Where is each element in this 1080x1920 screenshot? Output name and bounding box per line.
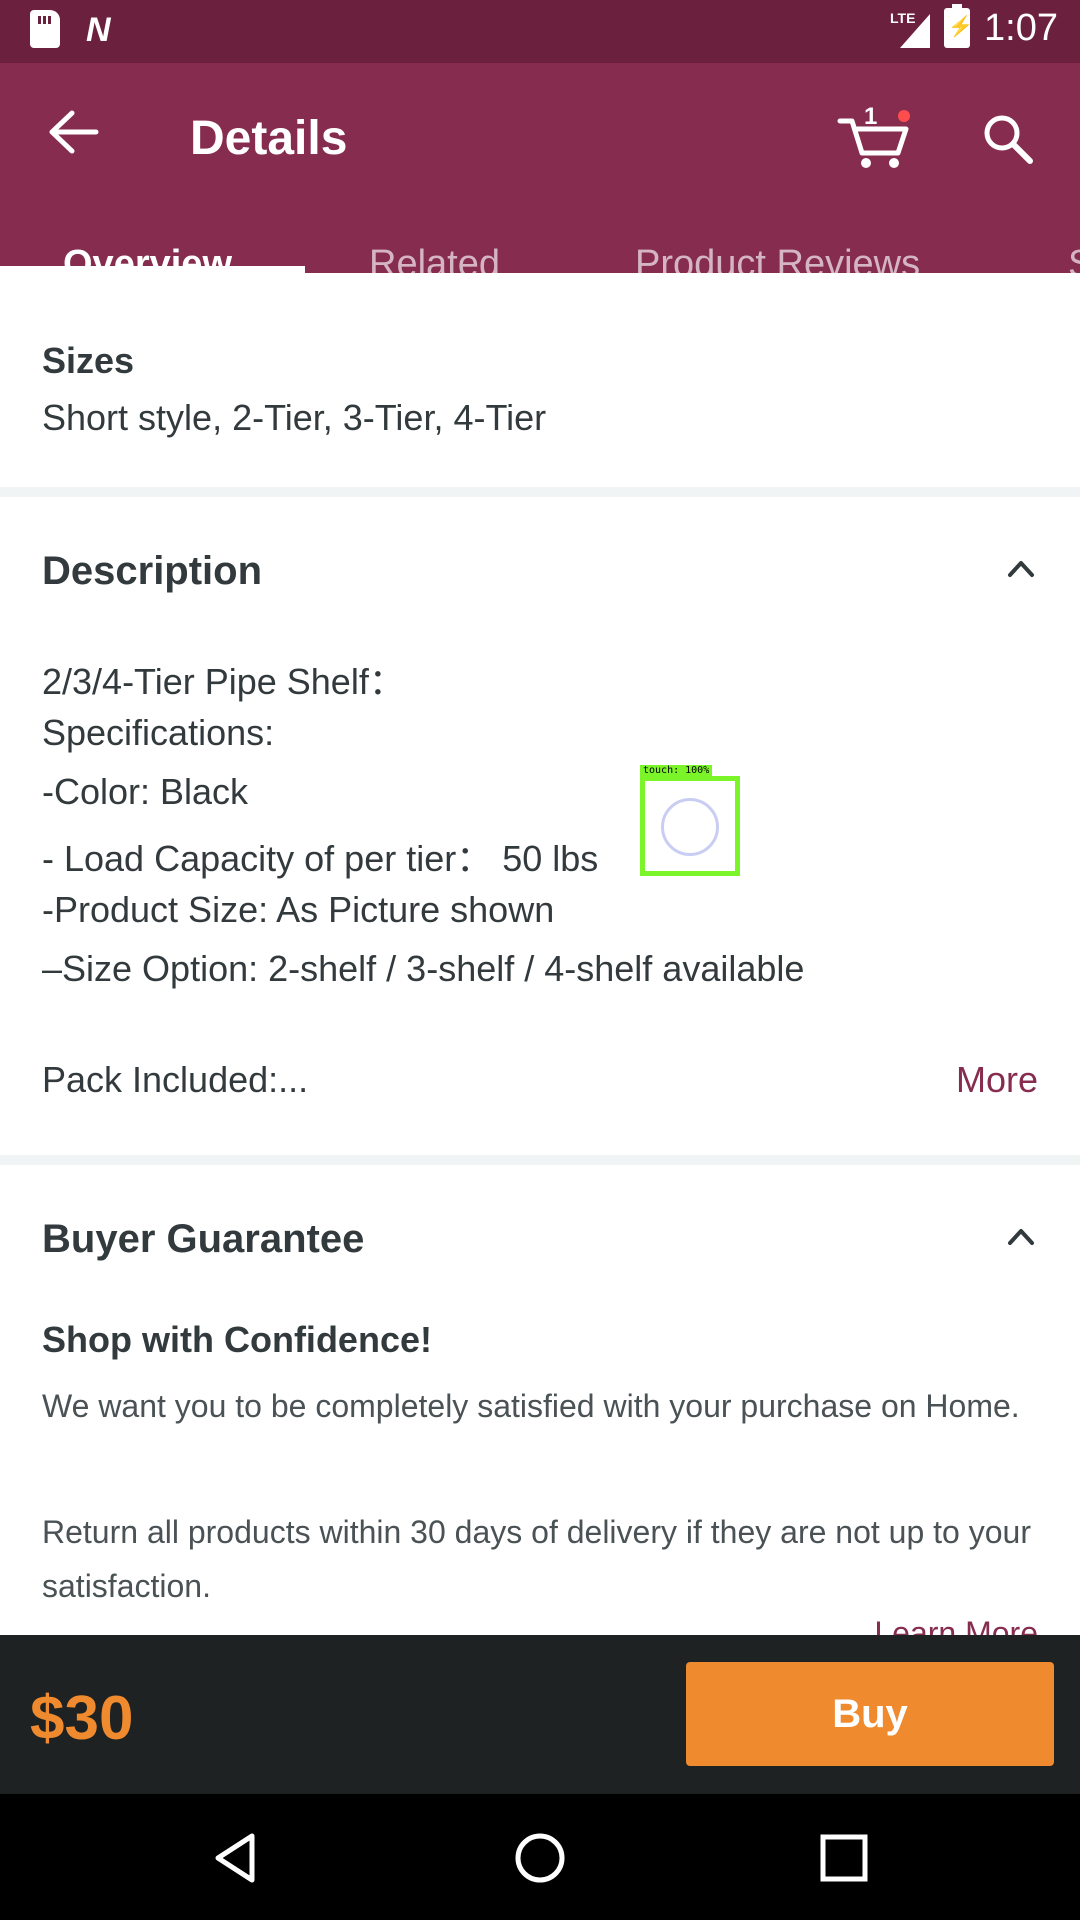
section-divider xyxy=(0,1155,1080,1165)
tab-indicator xyxy=(0,266,305,273)
back-arrow-icon xyxy=(49,110,99,154)
nav-recents-icon[interactable] xyxy=(816,1830,872,1886)
buyer-guarantee-title: Buyer Guarantee xyxy=(42,1217,365,1261)
nav-home-icon[interactable] xyxy=(512,1830,568,1886)
guarantee-paragraph: Return all products within 30 days of de… xyxy=(42,1514,1031,1604)
chevron-up-icon[interactable] xyxy=(1006,553,1036,583)
status-bar: N LTE 1:07 xyxy=(0,0,1080,63)
lte-signal-icon: LTE xyxy=(890,6,931,50)
search-icon xyxy=(984,115,1033,164)
guarantee-subtitle: Shop with Confidence! xyxy=(42,1319,432,1360)
guarantee-paragraph: We want you to be completely satisfied w… xyxy=(42,1388,1020,1424)
nav-back-icon[interactable] xyxy=(208,1830,264,1886)
sizes-label: Sizes xyxy=(42,340,135,381)
sizes-value: Short style, 2-Tier, 3-Tier, 4-Tier xyxy=(42,397,547,438)
battery-charging-icon xyxy=(944,4,973,48)
description-line: –Size Option: 2-shelf / 3-shelf / 4-shel… xyxy=(42,948,805,989)
touch-indicator-circle xyxy=(661,798,719,856)
cart-notification-dot xyxy=(898,110,910,122)
buy-bar: $30 Buy xyxy=(0,1635,1080,1794)
description-line: 2/3/4-Tier Pipe Shelf： xyxy=(42,661,405,702)
cart-count-badge: 1 xyxy=(864,103,878,130)
status-time: 1:07 xyxy=(984,6,1058,49)
price: $30 xyxy=(30,1684,134,1753)
section-divider xyxy=(0,487,1080,497)
pack-included-text: Pack Included:... xyxy=(42,1059,309,1100)
content-scroll[interactable]: Sizes Short style, 2-Tier, 3-Tier, 4-Tie… xyxy=(0,273,1080,1635)
back-button[interactable] xyxy=(44,107,104,157)
search-button[interactable] xyxy=(978,109,1038,169)
description-title: Description xyxy=(42,549,263,593)
navigation-bar xyxy=(0,1794,1080,1920)
description-line: -Product Size: As Picture shown xyxy=(42,889,555,930)
sd-card-icon xyxy=(30,10,60,48)
description-line: - Load Capacity of per tier： 50 lbs xyxy=(42,838,599,879)
learn-more-link[interactable]: Learn More xyxy=(874,1615,1038,1635)
notification-n-icon: N xyxy=(86,11,111,49)
description-line: -Color: Black xyxy=(42,771,249,812)
app-bar: Details 1 Overview Related Product Revie… xyxy=(0,63,1080,285)
chevron-up-icon[interactable] xyxy=(1006,1221,1036,1251)
description-line: Specifications: xyxy=(42,712,275,753)
page-title: Details xyxy=(190,112,348,165)
more-link[interactable]: More xyxy=(956,1059,1038,1101)
buy-button[interactable]: Buy xyxy=(686,1662,1054,1766)
